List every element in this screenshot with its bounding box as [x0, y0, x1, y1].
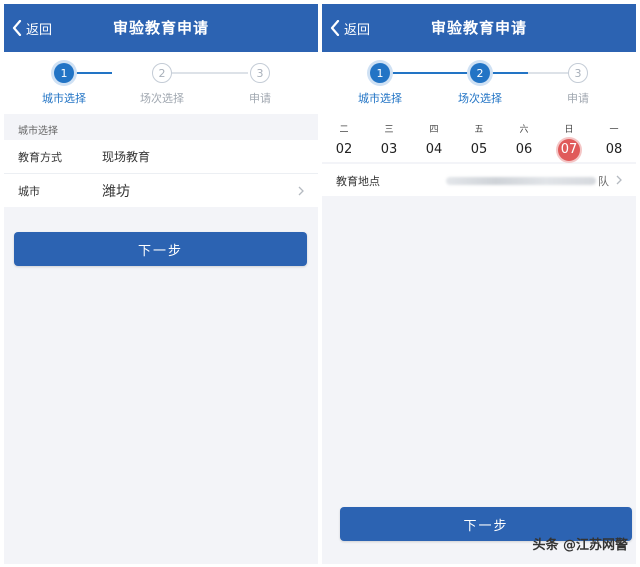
city-selection-screen: 返回 审验教育申请 1 2 3 城市选择 场次选择 申请 城市选择 教育方式 现…	[4, 4, 318, 564]
step-2-label: 场次选择	[458, 92, 502, 105]
day-number: 08	[605, 142, 623, 157]
city-value: 潍坊	[102, 183, 130, 200]
chevron-right-icon	[616, 175, 622, 185]
watermark: 头条 @江苏网警	[532, 538, 628, 553]
step-1-label: 城市选择	[358, 92, 402, 105]
day-number: 03	[380, 142, 398, 157]
step-connector	[528, 72, 568, 74]
page-title: 审验教育申请	[430, 19, 527, 37]
day-number: 07	[558, 139, 580, 161]
step-3-marker: 3	[568, 63, 588, 83]
session-selection-screen: 返回 审验教育申请 1 2 3 城市选择 场次选择 申请 二 02 三 03 四…	[322, 4, 636, 564]
nav-bar: 返回 审验教育申请	[4, 4, 318, 52]
step-connector	[172, 72, 248, 74]
step-connector	[390, 72, 470, 74]
weekday-label: 五	[474, 125, 484, 135]
location-label: 教育地点	[336, 175, 380, 188]
step-indicator: 1 2 3 城市选择 场次选择 申请	[322, 52, 636, 114]
step-indicator: 1 2 3 城市选择 场次选择 申请	[4, 52, 318, 114]
next-step-button[interactable]: 下一步	[14, 232, 307, 266]
step-1-label: 城市选择	[42, 92, 86, 105]
step-3-label: 申请	[567, 92, 589, 105]
location-value-suffix: 队	[598, 175, 609, 188]
section-label: 城市选择	[18, 126, 58, 137]
education-location-row[interactable]: 教育地点 队	[322, 164, 636, 196]
city-row[interactable]: 城市 潍坊	[4, 174, 318, 207]
education-mode-value: 现场教育	[102, 150, 151, 164]
weekday-label: 四	[429, 125, 439, 135]
step-2-label: 场次选择	[140, 92, 184, 105]
date-selector: 二 02 三 03 四 04 五 05 六 06 日 07 一 08	[322, 114, 636, 162]
education-mode-row[interactable]: 教育方式 现场教育	[4, 140, 318, 173]
step-2-marker: 2	[152, 63, 172, 83]
chevron-right-icon	[298, 186, 304, 195]
nav-bar: 返回 审验教育申请	[322, 4, 636, 52]
weekday-label: 一	[609, 125, 619, 135]
weekday-label: 六	[519, 125, 529, 135]
page-title: 审验教育申请	[112, 19, 209, 37]
step-connector	[488, 72, 528, 74]
day-number: 06	[515, 142, 533, 157]
day-number: 04	[425, 142, 443, 157]
weekday-label: 二	[339, 125, 349, 135]
location-value-blurred	[446, 177, 596, 185]
day-number: 05	[470, 142, 488, 157]
day-number: 02	[335, 142, 353, 157]
step-3-marker: 3	[250, 63, 270, 83]
weekday-label: 日	[564, 125, 574, 135]
step-3-label: 申请	[249, 92, 271, 105]
city-label: 城市	[18, 184, 40, 198]
step-1-marker: 1	[370, 63, 390, 83]
weekday-label: 三	[384, 125, 394, 135]
step-connector	[72, 72, 112, 74]
step-1-marker: 1	[54, 63, 74, 83]
education-mode-label: 教育方式	[18, 150, 62, 164]
step-2-marker: 2	[470, 63, 490, 83]
